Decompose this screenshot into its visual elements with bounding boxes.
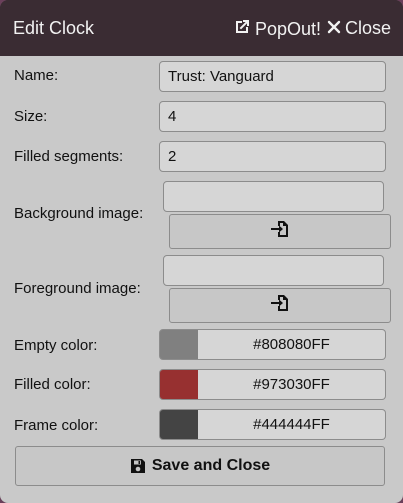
foreground-image-picker-button[interactable]	[169, 288, 391, 323]
empty-color-label: Empty color:	[14, 337, 98, 354]
save-and-close-label: Save and Close	[151, 457, 271, 474]
window-titlebar[interactable]: Edit Clock PopOut! Close	[0, 0, 403, 56]
filled-color-input[interactable]: #973030FF	[198, 369, 386, 400]
empty-color-swatch[interactable]	[159, 329, 199, 360]
size-label: Size:	[14, 108, 48, 125]
filled-segments-label: Filled segments:	[14, 148, 124, 165]
close-icon	[327, 18, 341, 39]
window-title: Edit Clock	[13, 18, 95, 38]
background-image-picker-button[interactable]	[169, 214, 391, 249]
save-and-close-button[interactable]: Save and Close	[15, 446, 385, 486]
foreground-image-input[interactable]	[163, 255, 384, 286]
close-label: Close	[345, 18, 392, 38]
name-input[interactable]: Trust: Vanguard	[159, 61, 386, 92]
edit-clock-window: Edit Clock PopOut! Close Name: Trust: Va…	[0, 0, 403, 503]
filled-color-swatch[interactable]	[159, 369, 199, 400]
frame-color-swatch[interactable]	[159, 409, 199, 440]
clock-form: Name: Trust: Vanguard Size: 4 Filled seg…	[0, 56, 403, 503]
frame-color-input[interactable]: #444444FF	[198, 409, 386, 440]
floppy-disk-icon	[130, 458, 146, 474]
size-input[interactable]: 4	[159, 101, 386, 132]
file-import-icon	[270, 220, 290, 243]
frame-color-label: Frame color:	[14, 417, 99, 434]
background-image-label: Background image:	[14, 205, 144, 222]
file-import-icon	[270, 294, 290, 317]
empty-color-input[interactable]: #808080FF	[198, 329, 386, 360]
close-button[interactable]: Close	[327, 18, 391, 39]
popout-button[interactable]: PopOut!	[233, 18, 321, 41]
filled-segments-input[interactable]: 2	[159, 141, 386, 172]
popout-label: PopOut!	[255, 19, 322, 39]
external-link-icon	[233, 18, 251, 41]
name-label: Name:	[14, 67, 59, 84]
foreground-image-label: Foreground image:	[14, 280, 141, 297]
background-image-input[interactable]	[163, 181, 384, 212]
filled-color-label: Filled color:	[14, 376, 91, 393]
